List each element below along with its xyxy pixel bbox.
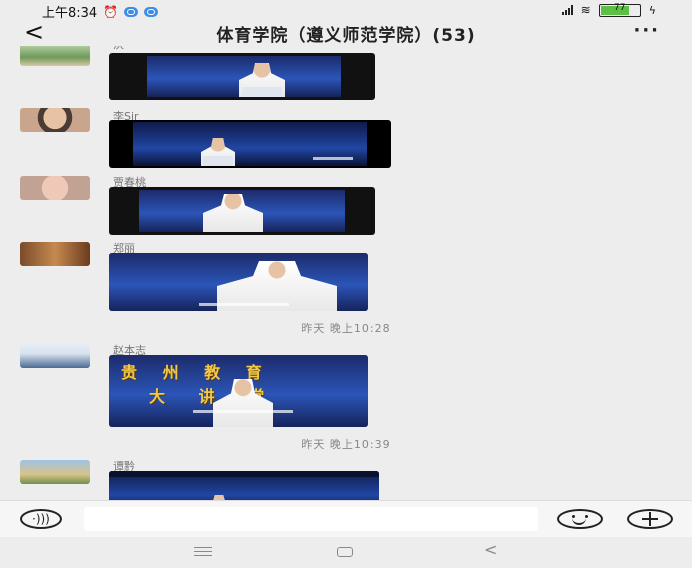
status-time: 上午8:34 [42, 6, 98, 21]
more-options-button[interactable]: ··· [633, 20, 660, 41]
home-icon[interactable] [337, 547, 353, 557]
avatar[interactable] [20, 108, 90, 132]
message-input[interactable] [84, 507, 538, 531]
avatar[interactable] [20, 176, 90, 200]
video-message[interactable]: 贵 州 教 育 大 讲 堂 [109, 355, 368, 427]
more-functions-button[interactable] [627, 509, 673, 529]
chat-input-bar: ·))) [0, 500, 692, 537]
battery-icon: 77 [598, 2, 641, 17]
alarm-icon: ⏰ [103, 4, 119, 19]
wifi-icon: ≋ [580, 3, 591, 17]
video-message[interactable] [109, 187, 375, 235]
chat-message-list[interactable]: 沃 李Sir 贾春桃 郑丽 [0, 46, 692, 500]
status-bar: 上午8:34 ⏰ ≋ 77 ϟ [0, 0, 692, 21]
battery-level: 77 [614, 2, 626, 13]
system-navigation-bar: < [0, 537, 692, 568]
video-message[interactable] [109, 120, 391, 168]
charging-icon: ϟ [648, 3, 656, 17]
voice-icon: ·))) [32, 512, 50, 526]
signal-icon [561, 5, 573, 15]
avatar[interactable] [20, 242, 90, 266]
sender-name: 沃 [113, 46, 124, 52]
message-timestamp: 昨天 晚上10:28 [301, 322, 391, 335]
voice-input-button[interactable]: ·))) [20, 509, 62, 529]
notification-icon-2 [144, 6, 159, 17]
emoji-button[interactable] [557, 509, 603, 529]
video-message[interactable] [109, 471, 379, 500]
avatar[interactable] [20, 344, 90, 368]
chat-header: < 体育学院（遵义师范学院）(53) ··· [0, 18, 692, 46]
back-icon[interactable]: < [484, 540, 497, 559]
chat-title: 体育学院（遵义师范学院）(53) [216, 26, 476, 46]
video-message[interactable] [109, 253, 368, 311]
message-timestamp: 昨天 晚上10:39 [301, 438, 391, 451]
avatar[interactable] [20, 46, 90, 66]
avatar[interactable] [20, 460, 90, 484]
video-message[interactable] [109, 53, 375, 100]
menu-icon[interactable] [194, 547, 212, 557]
notification-icon [124, 6, 139, 17]
